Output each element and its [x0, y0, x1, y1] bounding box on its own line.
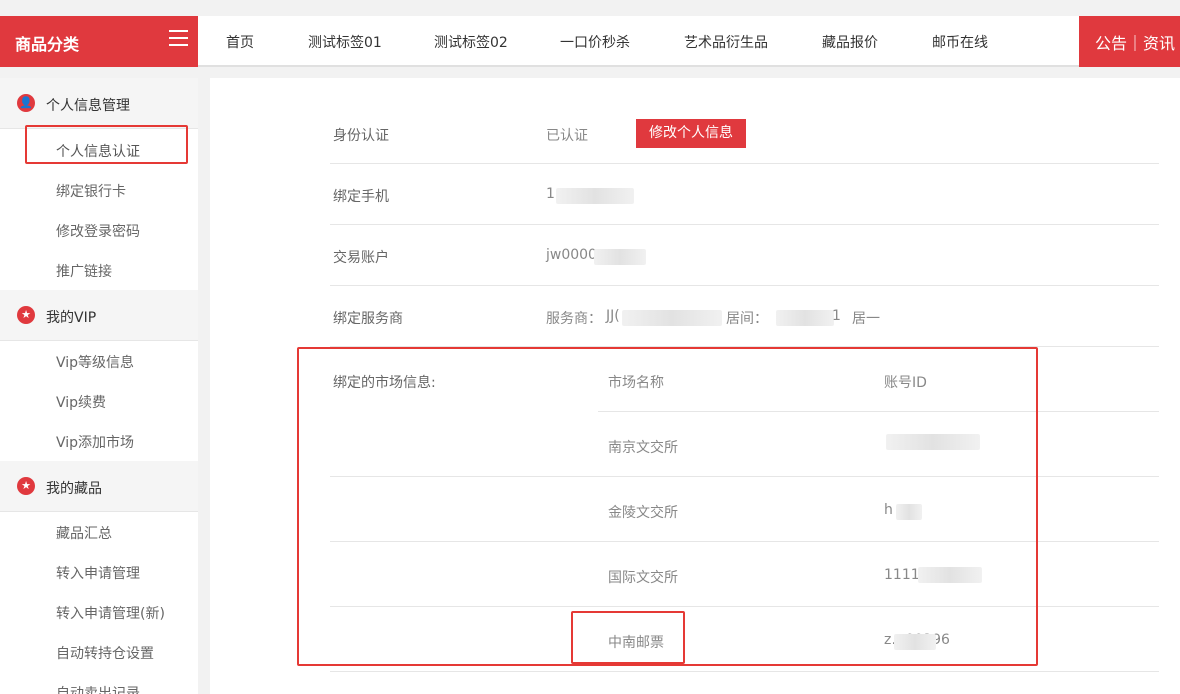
- sidebar-section-collection[interactable]: ★ 我的藏品: [0, 461, 198, 512]
- provider-room-value: 1: [832, 308, 841, 324]
- provider-label: 绑定服务商: [333, 311, 403, 327]
- section-title: 我的藏品: [46, 481, 102, 497]
- account-value: jw0000: [546, 247, 597, 263]
- star-icon: ★: [17, 477, 35, 495]
- highlight-box-id-verification: [25, 125, 188, 164]
- nav-stamp-coin-online[interactable]: 邮币在线: [932, 32, 988, 52]
- sidebar-item-promo-link[interactable]: 推广链接: [56, 261, 112, 281]
- highlight-box-zhongnan-stamp: [571, 611, 685, 664]
- provider-room-label: 居间：: [726, 311, 768, 327]
- category-menu[interactable]: 商品分类: [0, 16, 198, 67]
- identity-status: 已认证: [546, 128, 588, 144]
- redacted-provider: [622, 310, 722, 326]
- account-label: 交易账户: [333, 250, 389, 266]
- divider: [330, 163, 1159, 164]
- nav-test-tag-02[interactable]: 测试标签02: [434, 32, 508, 52]
- sidebar-item-vip-level[interactable]: Vip等级信息: [56, 352, 134, 372]
- nav-test-tag-01[interactable]: 测试标签01: [308, 32, 382, 52]
- star-icon: ★: [17, 306, 35, 324]
- provider-room-suffix: 居一: [852, 311, 880, 327]
- provider-prefix: 服务商：: [546, 311, 602, 327]
- sidebar-section-vip[interactable]: ★ 我的VIP: [0, 290, 198, 341]
- nav-art-derivatives[interactable]: 艺术品衍生品: [684, 32, 768, 52]
- sidebar-item-auto-transfer-settings[interactable]: 自动转持仓设置: [56, 643, 154, 663]
- top-bar: 商品分类 首页 测试标签01 测试标签02 一口价秒杀 艺术品衍生品 藏品报价 …: [0, 16, 1180, 67]
- redacted-phone: [556, 188, 634, 204]
- sidebar-item-collection-summary[interactable]: 藏品汇总: [56, 523, 112, 543]
- sidebar-section-profile[interactable]: 👤 个人信息管理: [0, 78, 198, 129]
- sidebar-gutter: [198, 78, 210, 694]
- edit-profile-button[interactable]: 修改个人信息: [636, 119, 746, 148]
- section-title: 我的VIP: [46, 310, 97, 326]
- phone-label: 绑定手机: [333, 189, 389, 205]
- sidebar-item-transfer-requests-new[interactable]: 转入申请管理(新): [56, 603, 165, 623]
- sidebar-item-change-password[interactable]: 修改登录密码: [56, 221, 140, 241]
- notice-news-button[interactable]: 公告｜资讯: [1079, 16, 1180, 67]
- sidebar-item-bind-bank-card[interactable]: 绑定银行卡: [56, 181, 126, 201]
- user-icon: 👤: [17, 94, 35, 112]
- sidebar-item-vip-add-market[interactable]: Vip添加市场: [56, 432, 134, 452]
- nav-collection-quotes[interactable]: 藏品报价: [822, 32, 878, 52]
- sidebar-item-transfer-requests[interactable]: 转入申请管理: [56, 563, 140, 583]
- category-title: 商品分类: [15, 35, 80, 54]
- provider-value: JJ(: [606, 308, 620, 324]
- redacted-account: [594, 249, 646, 265]
- nav-flash-sale[interactable]: 一口价秒杀: [560, 32, 630, 52]
- menu-icon[interactable]: [169, 30, 188, 48]
- nav-home[interactable]: 首页: [226, 32, 254, 52]
- divider: [330, 224, 1159, 225]
- section-title: 个人信息管理: [46, 98, 130, 114]
- sidebar-item-auto-sell-records[interactable]: 自动卖出记录: [56, 683, 140, 694]
- sidebar: 👤 个人信息管理 个人信息认证 绑定银行卡 修改登录密码 推广链接 ★ 我的VI…: [0, 78, 198, 694]
- sidebar-item-vip-renew[interactable]: Vip续费: [56, 392, 106, 412]
- phone-value: 1: [546, 186, 555, 202]
- redacted-room: [776, 310, 834, 326]
- divider: [330, 671, 1159, 672]
- identity-label: 身份认证: [333, 128, 389, 144]
- divider: [330, 285, 1159, 286]
